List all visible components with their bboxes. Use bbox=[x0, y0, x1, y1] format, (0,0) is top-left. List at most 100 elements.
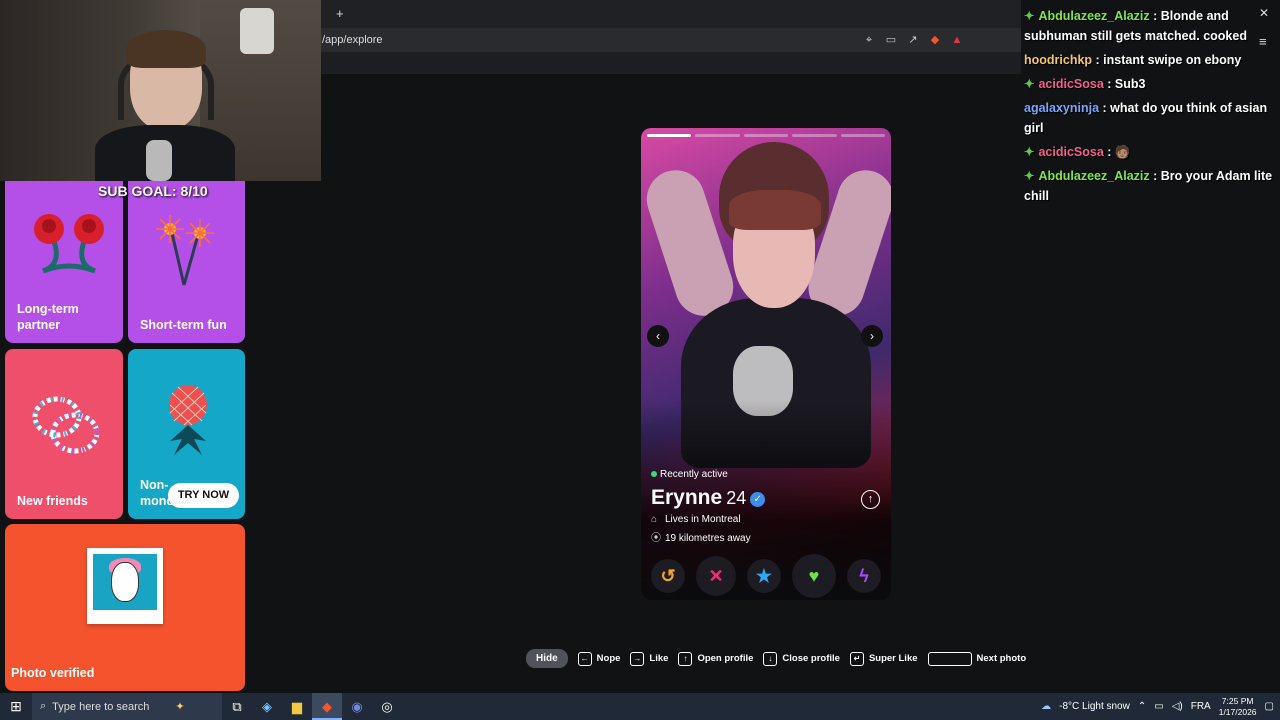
file-explorer-icon[interactable]: ▆ bbox=[282, 693, 312, 720]
tile-label: Photo verified bbox=[11, 666, 95, 680]
weather-icon: ☁ bbox=[1041, 701, 1052, 712]
clock[interactable]: 7:25 PM 1/17/2026 bbox=[1219, 696, 1257, 718]
screen: + /app/explore ⌖ ▭ ↗ ◆ ▲ Long-term partn… bbox=[0, 0, 1280, 720]
like-button[interactable]: ♥ bbox=[792, 554, 836, 598]
activity-status: Recently active bbox=[651, 469, 728, 480]
close-icon[interactable]: ✕ bbox=[1259, 6, 1269, 20]
chat-message: ✦ acidicSosa : Sub3 bbox=[1024, 77, 1146, 91]
copilot-icon[interactable]: ◈ bbox=[252, 693, 282, 720]
up-arrow-key-icon: ↑ bbox=[678, 651, 693, 666]
obs-icon[interactable]: ◎ bbox=[372, 693, 402, 720]
tile-photo-verified[interactable]: Photo verified bbox=[5, 524, 245, 691]
chat-username[interactable]: acidicSosa bbox=[1038, 77, 1103, 91]
chat-text: instant swipe on ebony bbox=[1103, 53, 1242, 67]
shortcut-super-like: ↵ Super Like bbox=[849, 651, 918, 666]
next-photo-button[interactable]: › bbox=[861, 325, 883, 347]
profile-age: 24 bbox=[726, 488, 747, 508]
photo-progress bbox=[647, 134, 886, 137]
shortcut-next-photo: Next photo bbox=[927, 651, 1026, 666]
chat-message: hoodrichkp : instant swipe on ebony bbox=[1024, 53, 1242, 67]
chat-text: Sub3 bbox=[1114, 77, 1146, 91]
sub-badge-icon: ✦ bbox=[1024, 77, 1035, 91]
profile-location: ⌂ Lives in Montreal bbox=[651, 514, 741, 525]
microphone-icon bbox=[146, 140, 172, 181]
home-icon: ⌂ bbox=[651, 514, 658, 525]
profile-distance: ⦿ 19 kilometres away bbox=[651, 529, 751, 544]
bookmark-bar bbox=[321, 52, 1021, 74]
webcam-overlay bbox=[0, 0, 321, 181]
chat-username[interactable]: hoodrichkp bbox=[1024, 53, 1092, 67]
chat-message: agalaxyninja : what do you think of asia… bbox=[1024, 101, 1268, 135]
menu-icon[interactable]: ≡ bbox=[1259, 34, 1267, 49]
system-tray: ☁ -8°C Light snow ⌃ ▭ ◁) FRA 7:25 PM 1/1… bbox=[1041, 693, 1280, 720]
sparkle-icon: ✦ bbox=[175, 701, 185, 713]
photo-progress-segment[interactable] bbox=[647, 134, 692, 137]
photo-progress-segment[interactable] bbox=[792, 134, 837, 137]
brave-rewards-icon[interactable]: ▲ bbox=[950, 33, 964, 47]
photo-progress-segment[interactable] bbox=[695, 134, 740, 137]
stream-chat: ✦ Abdulazeez_Alaziz : Blonde and subhuman… bbox=[1020, 0, 1280, 210]
keyboard-shortcuts: Hide ← Nope → Like ↑ Open profile ↓ Close pr… bbox=[526, 649, 1026, 668]
enter-key-icon: ↵ bbox=[849, 651, 864, 666]
discord-icon[interactable]: ◉ bbox=[342, 693, 372, 720]
online-dot-icon bbox=[651, 471, 657, 478]
photo-progress-segment[interactable] bbox=[743, 134, 789, 137]
network-icon[interactable]: ▭ bbox=[1154, 701, 1163, 712]
chevron-up-icon[interactable]: ⌃ bbox=[1138, 701, 1146, 712]
super-like-button[interactable]: ★ bbox=[747, 559, 781, 593]
tile-long-term-partner[interactable]: Long-term partner bbox=[5, 181, 123, 343]
task-view-icon[interactable]: ⧉ bbox=[222, 693, 252, 720]
location-icon[interactable]: ⌖ bbox=[862, 33, 876, 47]
photo-card-icon bbox=[87, 548, 163, 624]
photo-progress-segment[interactable] bbox=[840, 134, 886, 137]
explore-tiles: Long-term partner Short-term fun New fri… bbox=[0, 181, 250, 693]
boost-button[interactable]: ϟ bbox=[847, 559, 881, 593]
tile-label: Long-term partner bbox=[17, 302, 79, 332]
windows-taskbar: ⊞ ⌕ Type here to search ✦ ⧉ ◈ ▆ ◆ ◉ ◎ ☁ … bbox=[0, 693, 1280, 720]
search-icon: ⌕ bbox=[40, 700, 47, 712]
tile-label: Short-term fun bbox=[140, 318, 227, 332]
chat-message: ✦ acidicSosa : 🧑🏽 bbox=[1024, 145, 1131, 159]
previous-photo-button[interactable]: ‹ bbox=[647, 325, 669, 347]
taskbar-search[interactable]: ⌕ Type here to search ✦ bbox=[32, 693, 222, 720]
share-icon[interactable]: ↗ bbox=[906, 33, 920, 47]
brave-browser-icon[interactable]: ◆ bbox=[312, 693, 342, 720]
chat-username[interactable]: acidicSosa bbox=[1038, 145, 1103, 159]
chat-username[interactable]: agalaxyninja bbox=[1024, 101, 1099, 115]
profile-card[interactable]: ‹ › Recently active Erynne 24 ✓ ↑ ⌂ Lives i… bbox=[641, 128, 891, 600]
url-text[interactable]: /app/explore bbox=[322, 34, 383, 46]
chat-username[interactable]: Abdulazeez_Alaziz bbox=[1038, 169, 1149, 183]
windows-start-icon[interactable]: ⊞ bbox=[0, 698, 32, 715]
shortcut-like: → Like bbox=[630, 651, 668, 666]
try-now-button[interactable]: TRY NOW bbox=[168, 483, 239, 508]
down-arrow-key-icon: ↓ bbox=[763, 651, 778, 666]
chat-text: 🧑🏽 bbox=[1114, 145, 1131, 159]
tile-short-term-fun[interactable]: Short-term fun bbox=[128, 181, 245, 343]
language-indicator[interactable]: FRA bbox=[1191, 701, 1211, 712]
nope-button[interactable]: ✕ bbox=[696, 556, 736, 596]
profile-name-row: Erynne 24 ✓ bbox=[651, 486, 766, 510]
cast-icon[interactable]: ▭ bbox=[884, 33, 898, 47]
new-tab-button[interactable]: + bbox=[336, 6, 344, 21]
left-arrow-key-icon: ← bbox=[577, 651, 592, 666]
tile-new-friends[interactable]: New friends bbox=[5, 349, 123, 519]
rewind-button[interactable]: ↺ bbox=[651, 559, 685, 593]
swipe-actions: ↺ ✕ ★ ♥ ϟ bbox=[651, 554, 881, 598]
taskbar-search-placeholder: Type here to search bbox=[52, 700, 150, 713]
sub-badge-icon: ✦ bbox=[1024, 145, 1035, 159]
speaker-icon[interactable]: ◁) bbox=[1172, 701, 1183, 712]
tile-label: New friends bbox=[17, 494, 88, 508]
weather-text[interactable]: -8°C Light snow bbox=[1059, 701, 1130, 712]
brave-shield-icon[interactable]: ◆ bbox=[928, 33, 942, 47]
notification-icon[interactable]: ▢ bbox=[1265, 701, 1274, 712]
verified-badge-icon: ✓ bbox=[750, 492, 766, 507]
sub-badge-icon: ✦ bbox=[1024, 169, 1035, 183]
chat-username[interactable]: Abdulazeez_Alaziz bbox=[1038, 9, 1149, 23]
hide-shortcuts-button[interactable]: Hide bbox=[526, 649, 568, 668]
profile-name: Erynne bbox=[651, 486, 723, 509]
browser-tab-bar bbox=[321, 0, 1021, 28]
open-profile-button[interactable]: ↑ bbox=[861, 490, 880, 509]
pineapple-icon bbox=[169, 385, 207, 455]
shortcut-close-profile: ↓ Close profile bbox=[763, 651, 840, 666]
chat-message: ✦ Abdulazeez_Alaziz : Bro your Adam lite … bbox=[1024, 169, 1273, 203]
